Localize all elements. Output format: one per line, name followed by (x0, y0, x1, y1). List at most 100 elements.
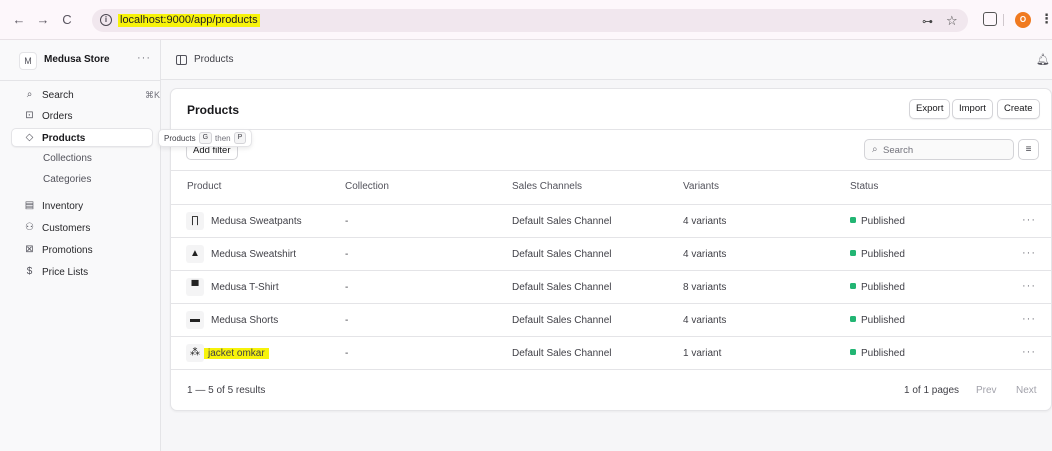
store-name: Medusa Store (44, 54, 110, 65)
reload-icon[interactable]: C (60, 13, 74, 27)
product-name: Medusa T-Shirt (211, 282, 279, 293)
sidebar: M Medusa Store ··· ⌕ Search ⌘K ⊡ Orders … (0, 40, 161, 451)
collection-cell: - (345, 216, 349, 227)
breadcrumb[interactable]: Products (194, 54, 233, 65)
tooltip-label: Products (164, 133, 196, 143)
store-more-icon[interactable]: ··· (137, 52, 151, 64)
sidebar-toggle-icon[interactable] (176, 55, 187, 65)
column-header-product: Product (187, 181, 222, 192)
row-more-icon[interactable]: ··· (1022, 214, 1036, 226)
row-more-icon[interactable]: ··· (1022, 280, 1036, 292)
variants-cell: 4 variants (683, 249, 727, 260)
product-thumbnail: ▀ (186, 278, 204, 296)
product-thumbnail: ⁂ (186, 344, 204, 362)
status-dot (850, 250, 856, 256)
sidebar-item-categories[interactable]: Categories (43, 174, 91, 185)
card-divider (171, 129, 1051, 130)
sidebar-item-label: Customers (42, 223, 91, 234)
sales-channel-cell: Default Sales Channel (512, 315, 612, 326)
sidebar-item-orders[interactable]: ⊡ Orders (12, 107, 152, 125)
search-box[interactable]: ⌕ (864, 139, 1014, 160)
sidebar-item-products[interactable]: ◇ Products (11, 128, 153, 147)
next-button[interactable]: Next (1016, 385, 1037, 396)
status-badge: Published (850, 348, 905, 359)
search-input[interactable] (883, 143, 1008, 157)
product-name: Medusa Shorts (211, 315, 279, 326)
product-thumbnail: ▬ (186, 311, 204, 329)
bell-icon[interactable]: 🔔︎ (1036, 53, 1050, 66)
sidebar-item-label: Price Lists (42, 267, 89, 278)
product-name: Medusa Sweatpants (211, 216, 302, 227)
export-button[interactable]: Export (909, 99, 951, 119)
status-badge: Published (850, 282, 905, 293)
extensions-icon[interactable] (983, 12, 997, 26)
sidebar-item-customers[interactable]: ⚇ Customers (12, 219, 152, 237)
sidebar-item-search[interactable]: ⌕ Search ⌘K (12, 86, 160, 104)
sidebar-item-promotions[interactable]: ⊠ Promotions (12, 241, 152, 259)
status-dot (850, 316, 856, 322)
table-row[interactable]: ⁂ jacket omkar - Default Sales Channel 1… (171, 336, 1051, 369)
collection-cell: - (345, 348, 349, 359)
row-more-icon[interactable]: ··· (1022, 346, 1036, 358)
forward-icon[interactable]: → (36, 13, 50, 27)
browser-menu-icon[interactable]: ⋮ (1040, 11, 1052, 27)
results-count: 1 — 5 of 5 results (187, 385, 266, 396)
status-dot (850, 349, 856, 355)
back-icon[interactable]: ← (12, 13, 26, 27)
sales-channel-cell: Default Sales Channel (512, 348, 612, 359)
address-bar[interactable]: i localhost:9000/app/products ⊶ ☆ (92, 9, 968, 32)
import-button[interactable]: Import (952, 99, 993, 119)
sort-icon[interactable]: ≡ (1018, 139, 1039, 160)
browser-toolbar: ← → C i localhost:9000/app/products ⊶ ☆ … (0, 0, 1052, 40)
sales-channel-cell: Default Sales Channel (512, 249, 612, 260)
key-icon[interactable]: ⊶ (922, 15, 933, 28)
bookmark-star-icon[interactable]: ☆ (946, 13, 958, 29)
status-dot (850, 217, 856, 223)
toolbar-divider (1003, 14, 1004, 26)
product-thumbnail: ▲ (186, 245, 204, 263)
variants-cell: 4 variants (683, 315, 727, 326)
sidebar-item-label: Promotions (42, 245, 93, 256)
prev-button[interactable]: Prev (976, 385, 997, 396)
shortcut-key: P (233, 132, 247, 144)
row-more-icon[interactable]: ··· (1022, 247, 1036, 259)
status-dot (850, 283, 856, 289)
tag-icon: ◇ (25, 132, 34, 143)
card-divider (171, 170, 1051, 171)
tooltip-then: then (215, 133, 231, 143)
collection-cell: - (345, 249, 349, 260)
inventory-icon: ▤ (24, 200, 35, 211)
collection-cell: - (345, 282, 349, 293)
customers-icon: ⚇ (25, 222, 34, 233)
table-row[interactable]: ▬ Medusa Shorts - Default Sales Channel … (171, 303, 1051, 336)
url-text[interactable]: localhost:9000/app/products (118, 14, 260, 27)
info-icon[interactable]: i (100, 14, 112, 26)
search-shortcut: ⌘K (145, 90, 161, 100)
sidebar-item-inventory[interactable]: ▤ Inventory (12, 197, 152, 215)
profile-avatar[interactable]: O (1015, 12, 1031, 28)
store-switcher[interactable]: M Medusa Store ··· (11, 49, 151, 71)
product-thumbnail: ∏ (186, 212, 204, 230)
shortcut-tooltip: Products G then P (158, 129, 253, 147)
table-row[interactable]: ▀ Medusa T-Shirt - Default Sales Channel… (171, 270, 1051, 303)
column-header-status: Status (850, 181, 879, 192)
store-badge: M (19, 52, 37, 70)
page-title: Products (187, 103, 240, 117)
card-divider (171, 369, 1051, 370)
price-lists-icon: $ (26, 266, 33, 277)
status-badge: Published (850, 249, 905, 260)
sidebar-item-collections[interactable]: Collections (43, 153, 92, 164)
sidebar-item-label: Inventory (42, 201, 84, 212)
sales-channel-cell: Default Sales Channel (512, 282, 612, 293)
table-row[interactable]: ▲ Medusa Sweatshirt - Default Sales Chan… (171, 237, 1051, 270)
variants-cell: 1 variant (683, 348, 722, 359)
sidebar-item-price-lists[interactable]: $ Price Lists (12, 263, 152, 281)
create-button[interactable]: Create (997, 99, 1040, 119)
column-header-variants: Variants (683, 181, 719, 192)
column-header-sales-channels: Sales Channels (512, 181, 583, 192)
row-more-icon[interactable]: ··· (1022, 313, 1036, 325)
sidebar-divider (0, 80, 160, 81)
shortcut-key: G (198, 132, 213, 144)
table-row[interactable]: ∏ Medusa Sweatpants - Default Sales Chan… (171, 204, 1051, 237)
search-icon: ⌕ (872, 144, 878, 155)
